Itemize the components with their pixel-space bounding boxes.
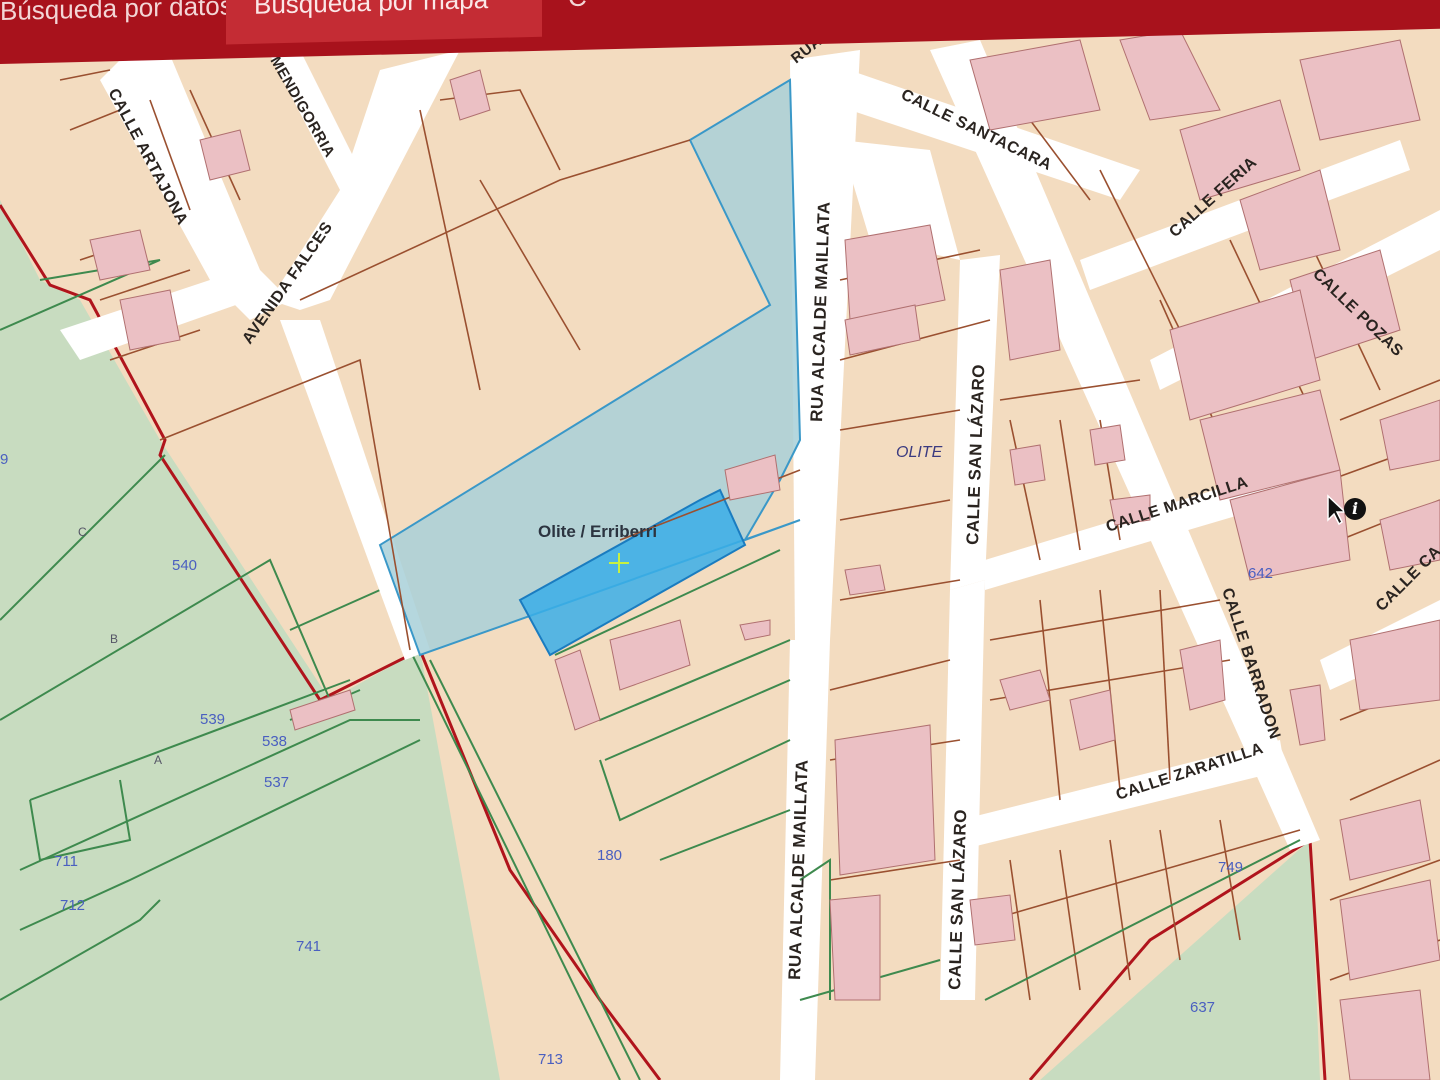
cadastral-map[interactable]: CALLE ARTAJONA MENDIGORRIA AVENIDA FALCE… (0, 0, 1440, 1080)
parcel-number: 749 (1218, 859, 1243, 876)
info-icon: i (1344, 498, 1366, 520)
parcel-number: 540 (172, 557, 197, 574)
parcel-number: 538 (262, 733, 287, 750)
parcel-number: 713 (538, 1051, 563, 1068)
tab-third[interactable]: C (540, 0, 686, 37)
subparcel-letter: B (110, 632, 118, 646)
parcel-number: 712 (60, 897, 85, 914)
parcel-number: 711 (54, 853, 78, 870)
parcel-number: 539 (200, 711, 225, 728)
selected-parcel-label: Olite / Erriberri (538, 522, 657, 541)
cursor-arrow-icon (1327, 494, 1347, 526)
parcel-number: 180 (597, 847, 622, 864)
parcel-number: 9 (0, 451, 8, 468)
parcel-number: 537 (264, 774, 289, 791)
subparcel-letter: C (78, 525, 87, 539)
tab-search-by-data[interactable]: Búsqueda por datos (0, 0, 261, 51)
parcel-number: 642 (1248, 565, 1273, 582)
tab-search-by-map[interactable]: Búsqueda por mapa (226, 0, 542, 45)
info-cursor: i (1326, 494, 1378, 534)
parcel-number: 637 (1190, 999, 1215, 1016)
parcel-number: 741 (296, 938, 321, 955)
town-label: OLITE (896, 444, 943, 461)
subparcel-letter: A (154, 753, 162, 767)
